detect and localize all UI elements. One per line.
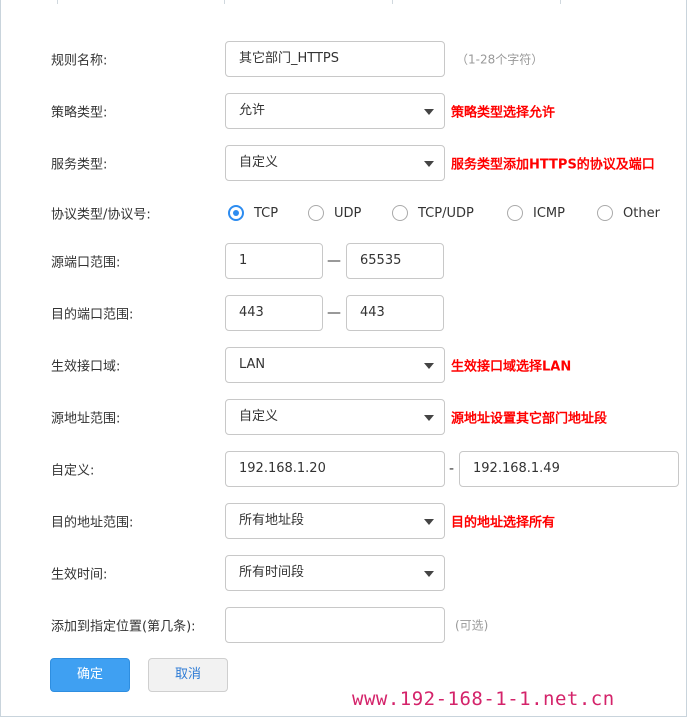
radio-icon xyxy=(507,205,523,221)
row-time: 生效时间: 所有时间段 xyxy=(0,555,687,591)
radio-label: TCP xyxy=(254,205,279,221)
custom-label: 自定义: xyxy=(51,463,95,479)
zone-value: LAN xyxy=(239,357,266,372)
zone-label: 生效接口域: xyxy=(51,359,121,375)
service-type-label: 服务类型: xyxy=(51,157,108,173)
service-type-note: 服务类型添加HTTPS的协议及端口 xyxy=(451,157,655,173)
range-separator: - xyxy=(449,461,455,477)
radio-icon xyxy=(597,205,613,221)
rule-name-hint: （1-28个字符） xyxy=(456,52,544,67)
src-port-label: 源端口范围: xyxy=(51,255,121,271)
custom-to-input[interactable]: 192.168.1.49 xyxy=(459,451,679,487)
watermark-text: www.192-168-1-1.net.cn xyxy=(352,688,615,710)
src-addr-label: 源地址范围: xyxy=(51,411,121,427)
src-port-from-input[interactable]: 1 xyxy=(225,243,323,279)
radio-checked-icon xyxy=(228,205,244,221)
chevron-down-icon xyxy=(424,519,434,525)
row-custom: 自定义: 192.168.1.20 - 192.168.1.49 xyxy=(0,451,687,487)
top-border-ticks xyxy=(0,0,687,4)
row-dst-port: 目的端口范围: 443 — 443 xyxy=(0,295,687,331)
radio-tcp-udp[interactable]: TCP/UDP xyxy=(392,205,474,221)
service-type-select[interactable]: 自定义 xyxy=(225,145,445,181)
src-addr-value: 自定义 xyxy=(239,409,279,424)
chevron-down-icon xyxy=(424,571,434,577)
range-separator: — xyxy=(327,253,341,269)
row-dst-addr: 目的地址范围: 所有地址段 目的地址选择所有 xyxy=(0,503,687,539)
chevron-down-icon xyxy=(424,161,434,167)
row-position: 添加到指定位置(第几条): (可选) xyxy=(0,607,687,643)
policy-type-label: 策略类型: xyxy=(51,105,108,121)
row-src-port: 源端口范围: 1 — 65535 xyxy=(0,243,687,279)
range-separator: — xyxy=(327,305,341,321)
policy-type-value: 允许 xyxy=(239,103,266,118)
policy-type-note: 策略类型选择允许 xyxy=(451,105,556,121)
chevron-down-icon xyxy=(424,415,434,421)
position-label: 添加到指定位置(第几条): xyxy=(51,619,196,635)
radio-udp[interactable]: UDP xyxy=(308,205,361,221)
dst-addr-note: 目的地址选择所有 xyxy=(451,515,556,531)
dst-addr-value: 所有地址段 xyxy=(239,513,305,528)
cancel-button[interactable]: 取消 xyxy=(148,658,228,692)
rule-name-input[interactable]: 其它部门_HTTPS xyxy=(225,41,445,77)
dst-port-label: 目的端口范围: xyxy=(51,307,134,323)
radio-icon xyxy=(308,205,324,221)
src-addr-select[interactable]: 自定义 xyxy=(225,399,445,435)
dst-port-to-input[interactable]: 443 xyxy=(346,295,444,331)
chevron-down-icon xyxy=(424,363,434,369)
zone-select[interactable]: LAN xyxy=(225,347,445,383)
service-type-value: 自定义 xyxy=(239,155,279,170)
time-value: 所有时间段 xyxy=(239,565,305,580)
position-hint: (可选) xyxy=(455,618,489,633)
row-zone: 生效接口域: LAN 生效接口域选择LAN xyxy=(0,347,687,383)
row-policy-type: 策略类型: 允许 策略类型选择允许 xyxy=(0,93,687,129)
src-port-to-input[interactable]: 65535 xyxy=(346,243,444,279)
row-src-addr: 源地址范围: 自定义 源地址设置其它部门地址段 xyxy=(0,399,687,435)
radio-icon xyxy=(392,205,408,221)
radio-label: Other xyxy=(623,205,660,221)
time-select[interactable]: 所有时间段 xyxy=(225,555,445,591)
radio-other[interactable]: Other xyxy=(597,205,660,221)
row-rule-name: 规则名称: 其它部门_HTTPS （1-28个字符） xyxy=(0,41,687,77)
chevron-down-icon xyxy=(424,109,434,115)
row-service-type: 服务类型: 自定义 服务类型添加HTTPS的协议及端口 xyxy=(0,145,687,181)
radio-label: UDP xyxy=(334,205,362,221)
policy-type-select[interactable]: 允许 xyxy=(225,93,445,129)
row-protocol: 协议类型/协议号: TCP UDP TCP/UDP ICMP Other xyxy=(0,197,687,229)
radio-icmp[interactable]: ICMP xyxy=(507,205,565,221)
dst-addr-label: 目的地址范围: xyxy=(51,515,134,531)
radio-label: TCP/UDP xyxy=(418,205,474,221)
src-addr-note: 源地址设置其它部门地址段 xyxy=(451,411,608,427)
zone-note: 生效接口域选择LAN xyxy=(451,359,572,375)
dst-port-from-input[interactable]: 443 xyxy=(225,295,323,331)
ok-button[interactable]: 确定 xyxy=(50,658,130,692)
rule-name-label: 规则名称: xyxy=(51,53,108,69)
radio-tcp[interactable]: TCP xyxy=(228,205,278,221)
protocol-label: 协议类型/协议号: xyxy=(51,207,151,223)
dst-addr-select[interactable]: 所有地址段 xyxy=(225,503,445,539)
custom-from-input[interactable]: 192.168.1.20 xyxy=(225,451,445,487)
position-input[interactable] xyxy=(225,607,445,643)
radio-label: ICMP xyxy=(533,205,565,221)
time-label: 生效时间: xyxy=(51,567,108,583)
